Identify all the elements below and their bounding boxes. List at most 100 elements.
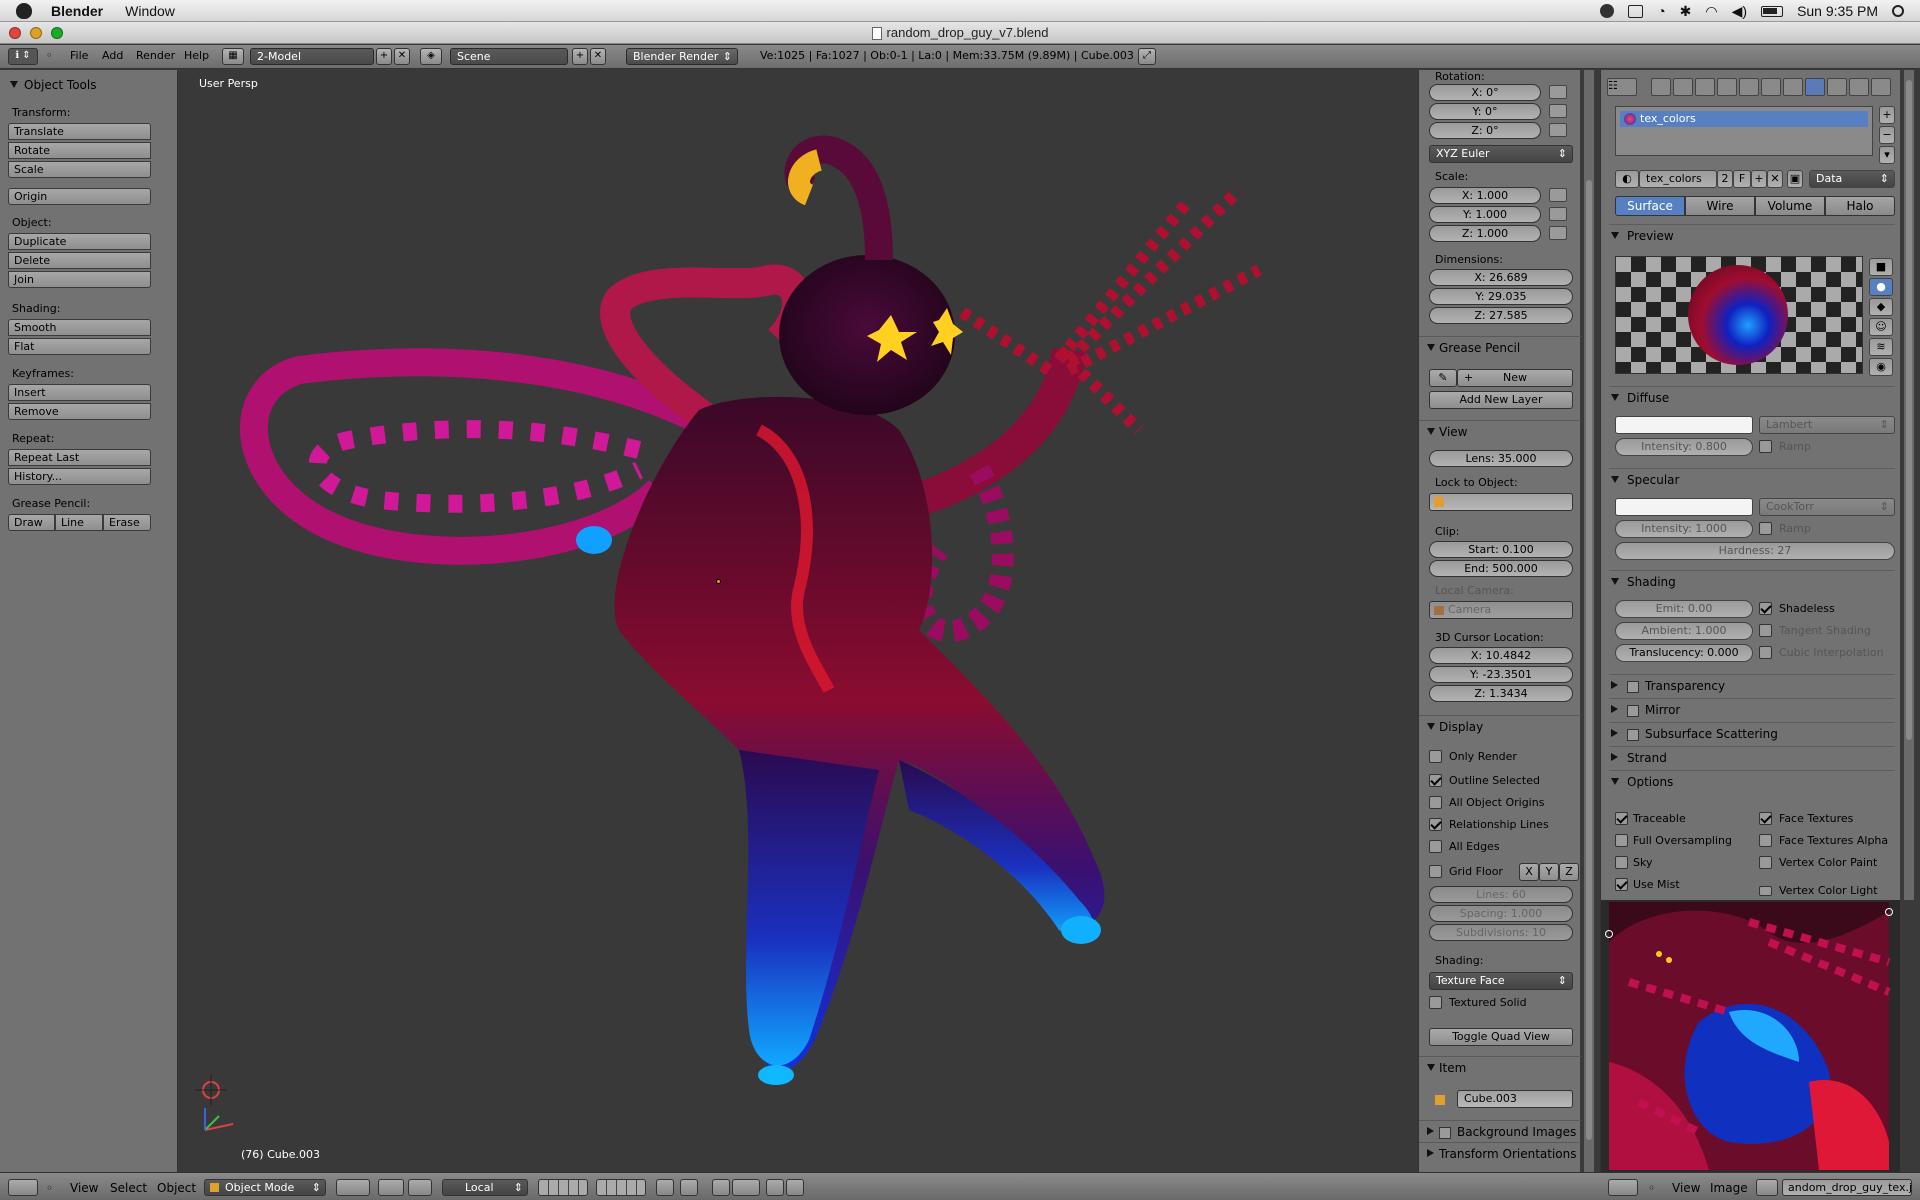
rotate-button[interactable]: Rotate	[8, 142, 151, 159]
material-unlink-button[interactable]: ✕	[1767, 170, 1783, 188]
clip-end-field[interactable]: End: 500.000	[1429, 560, 1573, 577]
axis-y-toggle[interactable]: Y	[1539, 863, 1559, 881]
translucency-field[interactable]: Translucency: 0.000	[1615, 644, 1753, 662]
grid-floor-checkbox[interactable]	[1429, 865, 1442, 878]
material-tab-icon[interactable]	[1805, 78, 1825, 96]
bluetooth-icon[interactable]: ✱	[1680, 3, 1692, 20]
specular-color-swatch[interactable]	[1615, 498, 1753, 516]
mode-dropdown[interactable]: Object Mode ⇕	[204, 1179, 326, 1196]
texture-tab-icon[interactable]	[1827, 78, 1847, 96]
screen-add-button[interactable]: +	[376, 48, 392, 65]
character-model[interactable]	[179, 70, 1418, 1172]
image-editor[interactable]	[1600, 900, 1900, 1172]
preview-cube-icon[interactable]: ◆	[1869, 298, 1893, 316]
join-button[interactable]: Join	[8, 271, 151, 288]
material-slot-item[interactable]: tex_colors	[1620, 111, 1868, 127]
preview-hair-icon[interactable]: ≋	[1869, 338, 1893, 356]
grease-pencil-icon[interactable]: ✎	[1429, 369, 1457, 387]
minimize-window-button[interactable]	[30, 27, 42, 39]
origin-button[interactable]: Origin	[8, 188, 151, 205]
fullscreen-toggle-icon[interactable]: ⤢	[1138, 48, 1156, 65]
object-origin-dot[interactable]	[716, 579, 721, 584]
sss-checkbox[interactable]	[1627, 728, 1639, 741]
render-engine-dropdown[interactable]: Blender Render ⇕	[626, 48, 738, 65]
clip-start-field[interactable]: Start: 0.100	[1429, 541, 1573, 558]
dimension-y-field[interactable]: Y: 29.035	[1429, 288, 1573, 305]
material-browse-icon[interactable]: ◐	[1615, 170, 1639, 188]
view-panel-header[interactable]: View	[1419, 420, 1581, 442]
rotation-y-field[interactable]: Y: 0°	[1429, 103, 1541, 120]
relationship-lines-checkbox[interactable]	[1429, 818, 1442, 831]
dimension-x-field[interactable]: X: 26.689	[1429, 269, 1573, 286]
traceable-checkbox[interactable]	[1615, 812, 1628, 825]
hardness-field[interactable]: Hardness: 27	[1615, 542, 1895, 560]
object-menu[interactable]: Object	[157, 1181, 196, 1195]
grid-spacing-field[interactable]: Spacing: 1.000	[1429, 905, 1573, 922]
screen-delete-button[interactable]: ✕	[394, 48, 410, 65]
erase-button[interactable]: Erase	[103, 514, 151, 531]
editor-type-info-icon[interactable]: ℹ ⇕	[8, 48, 38, 65]
add-new-layer-button[interactable]: Add New Layer	[1429, 391, 1573, 409]
spotlight-icon[interactable]	[1892, 5, 1904, 17]
ambient-field[interactable]: Ambient: 1.000	[1615, 622, 1753, 640]
viewport-shading-icon[interactable]	[336, 1179, 370, 1196]
editor-type-3d-icon[interactable]	[8, 1179, 38, 1196]
specular-shader-dropdown[interactable]: CookTorr ⇕	[1759, 498, 1895, 516]
local-camera-field[interactable]: Camera	[1429, 601, 1573, 619]
collapse-icon[interactable]: ◦	[1648, 1181, 1655, 1195]
diffuse-color-swatch[interactable]	[1615, 416, 1753, 434]
add-menu[interactable]: Add	[102, 49, 123, 62]
screen-layout-icon[interactable]: ▦	[222, 48, 244, 65]
file-menu[interactable]: File	[70, 49, 88, 62]
diffuse-ramp-checkbox[interactable]	[1759, 440, 1772, 453]
scene-add-button[interactable]: +	[572, 48, 588, 65]
textured-solid-checkbox[interactable]	[1429, 996, 1442, 1009]
emit-field[interactable]: Emit: 0.00	[1615, 600, 1753, 618]
preview-monkey-icon[interactable]: ☺	[1869, 318, 1893, 336]
slot-add-button[interactable]: +	[1879, 106, 1895, 124]
wifi-icon[interactable]: ◠	[1705, 3, 1717, 20]
layers-grid-a[interactable]	[538, 1179, 588, 1196]
preview-sphere-icon[interactable]: ●	[1869, 278, 1893, 296]
snap-target-icon[interactable]	[732, 1179, 760, 1196]
preview-panel-header[interactable]: Preview	[1609, 224, 1895, 246]
background-images-panel-header[interactable]: Background Images	[1419, 1120, 1581, 1142]
layers-grid-b[interactable]	[596, 1179, 646, 1196]
volume-tab[interactable]: Volume	[1755, 196, 1825, 216]
editor-type-image-icon[interactable]	[1608, 1179, 1638, 1196]
material-save-icon[interactable]: ▣	[1787, 170, 1803, 188]
material-slot-list[interactable]: tex_colors	[1615, 106, 1873, 156]
vertex-color-light-checkbox[interactable]	[1759, 886, 1772, 896]
dimension-z-field[interactable]: Z: 27.585	[1429, 307, 1573, 324]
item-panel-header[interactable]: Item	[1419, 1056, 1581, 1078]
transparency-panel-header[interactable]: Transparency	[1609, 674, 1895, 696]
sky-checkbox[interactable]	[1615, 856, 1628, 869]
object-tab-icon[interactable]	[1717, 78, 1737, 96]
cursor-y-field[interactable]: Y: -23.3501	[1429, 666, 1573, 683]
cubic-interpolation-checkbox[interactable]	[1759, 646, 1772, 659]
shading-panel-header[interactable]: Shading	[1609, 570, 1895, 592]
lock-scale-z-icon[interactable]	[1549, 226, 1567, 240]
rotation-x-field[interactable]: X: 0°	[1429, 84, 1541, 101]
all-edges-checkbox[interactable]	[1429, 840, 1442, 853]
npanel-scrollbar[interactable]	[1584, 70, 1594, 1172]
insert-keyframe-button[interactable]: Insert	[8, 384, 151, 401]
face-textures-checkbox[interactable]	[1759, 812, 1772, 825]
preview-flat-icon[interactable]: ■	[1869, 258, 1893, 276]
axis-z-toggle[interactable]: Z	[1559, 863, 1579, 881]
link-data-dropdown[interactable]: Data ⇕	[1809, 170, 1895, 188]
help-menu[interactable]: Help	[184, 49, 209, 62]
scene-tab-icon[interactable]	[1673, 78, 1693, 96]
preview-sky-icon[interactable]: ◉	[1869, 358, 1893, 376]
halo-tab[interactable]: Halo	[1825, 196, 1895, 216]
strand-panel-header[interactable]: Strand	[1609, 746, 1895, 768]
rotation-mode-dropdown[interactable]: XYZ Euler ⇕	[1429, 145, 1573, 163]
lock-rot-z-icon[interactable]	[1549, 123, 1567, 137]
lock-scale-y-icon[interactable]	[1549, 207, 1567, 221]
full-oversampling-checkbox[interactable]	[1615, 834, 1628, 847]
item-name-field[interactable]: Cube.003	[1457, 1090, 1573, 1108]
diffuse-panel-header[interactable]: Diffuse	[1609, 386, 1895, 408]
tangent-shading-checkbox[interactable]	[1759, 624, 1772, 637]
lock-scale-x-icon[interactable]	[1549, 188, 1567, 202]
pivot-point-icon[interactable]	[378, 1179, 404, 1196]
